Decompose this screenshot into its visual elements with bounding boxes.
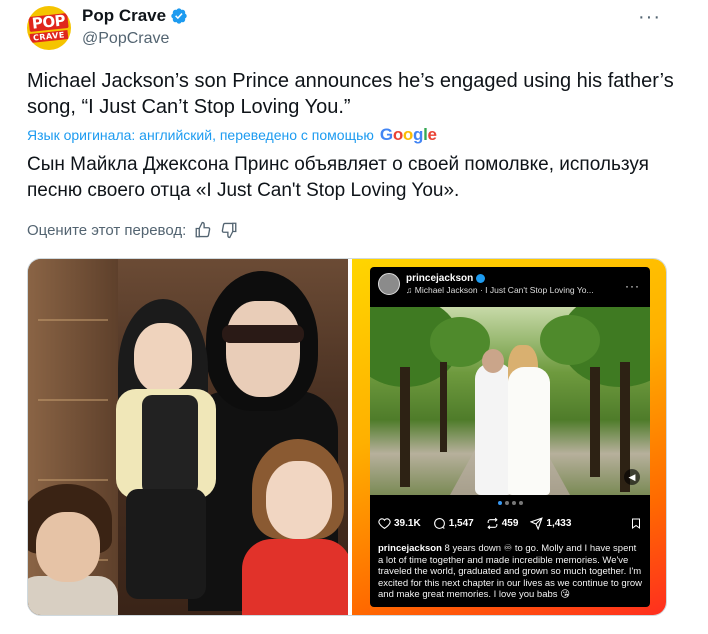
instagram-save — [630, 517, 642, 530]
instagram-caption: princejackson 8 years down ♾ to go. Moll… — [378, 543, 644, 601]
heart-icon — [378, 518, 391, 530]
verified-badge-icon — [171, 8, 187, 24]
translated-text: Сын Майкла Джексона Принс объявляет о св… — [27, 154, 649, 201]
google-logo: Google — [379, 125, 437, 144]
author-avatar[interactable]: POP CRAVE — [27, 6, 71, 50]
instagram-share: 1,433 — [530, 517, 571, 530]
instagram-comments-count: 1,547 — [448, 518, 474, 529]
instagram-repost: 459 — [486, 517, 519, 530]
tweet-text: Michael Jackson’s son Prince announces h… — [27, 70, 674, 118]
translation-note[interactable]: Язык оригинала: английский, переведено с… — [27, 125, 437, 145]
instagram-like: 39.1K — [378, 517, 421, 530]
avatar-logo-text: POP — [28, 11, 70, 33]
instagram-screenshot-card[interactable]: princejackson ♫ Michael Jackson · I Just… — [352, 259, 666, 615]
girl-figure — [242, 439, 348, 615]
author-display-name[interactable]: Pop Crave — [82, 6, 166, 26]
instagram-actions: 39.1K 1,547 459 1,433 — [378, 517, 642, 530]
instagram-more-icon: ··· — [625, 279, 640, 293]
comment-icon — [433, 518, 445, 529]
repost-icon — [487, 517, 498, 530]
instagram-song-text: Michael Jackson · I Just Can't Stop Lovi… — [414, 285, 594, 295]
more-horizontal-icon[interactable]: ··· — [638, 6, 661, 29]
translation-note-text[interactable]: Язык оригинала: английский, переведено с… — [27, 127, 374, 143]
engagement-photo: ◀ — [370, 307, 650, 495]
child-figure — [108, 299, 228, 599]
family-photo[interactable] — [28, 259, 348, 615]
send-icon — [530, 517, 544, 530]
boy-figure — [28, 484, 118, 615]
instagram-username: princejackson — [406, 273, 594, 284]
thumbs-up-icon[interactable] — [194, 221, 212, 239]
bookmark-icon — [632, 518, 640, 529]
instagram-song: ♫ Michael Jackson · I Just Can't Stop Lo… — [406, 285, 594, 295]
instagram-comment: 1,547 — [433, 517, 474, 530]
carousel-dots — [370, 501, 650, 505]
author-handle[interactable]: @PopCrave — [82, 30, 169, 48]
instagram-verified-icon — [476, 274, 486, 283]
instagram-post-header: princejackson ♫ Michael Jackson · I Just… — [378, 273, 594, 295]
instagram-shares-count: 1,433 — [546, 518, 572, 529]
instagram-likes-count: 39.1K — [394, 518, 421, 529]
rate-translation: Оцените этот перевод: — [27, 221, 238, 239]
thumbs-down-icon[interactable] — [220, 221, 238, 239]
tweet-media[interactable]: princejackson ♫ Michael Jackson · I Just… — [27, 258, 667, 616]
instagram-post: princejackson ♫ Michael Jackson · I Just… — [370, 267, 650, 607]
instagram-username-text: princejackson — [406, 273, 474, 284]
instagram-avatar — [378, 273, 400, 295]
instagram-caption-user: princejackson — [378, 543, 442, 554]
mute-icon: ◀ — [624, 469, 640, 485]
instagram-reposts-count: 459 — [501, 518, 519, 529]
author-name[interactable]: Pop Crave — [82, 6, 188, 26]
rate-translation-label: Оцените этот перевод: — [27, 221, 187, 239]
